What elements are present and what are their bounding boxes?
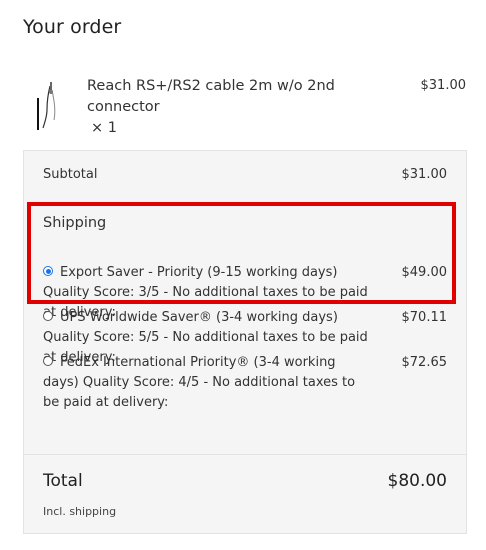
shipping-option-price: $49.00 [401, 265, 448, 280]
product-price: $31.00 [420, 78, 467, 93]
order-summary-panel: Subtotal $31.00 Shipping Export Saver - … [23, 150, 467, 534]
subtotal-label: Subtotal [43, 167, 98, 182]
product-title: Reach RS+/RS2 cable 2m w/o 2nd connector [87, 78, 335, 115]
shipping-option-fedex-international-priority[interactable]: FedEx International Priority® (3-4 worki… [43, 353, 447, 413]
order-line-item: Reach RS+/RS2 cable 2m w/o 2nd connector… [30, 74, 470, 136]
order-heading: Your order [23, 16, 122, 38]
subtotal-row: Subtotal $31.00 [43, 167, 447, 182]
subtotal-value: $31.00 [401, 167, 448, 182]
shipping-option-price: $72.65 [401, 355, 448, 370]
shipping-option-price: $70.11 [401, 310, 448, 325]
shipping-radio[interactable] [43, 356, 53, 366]
product-name: Reach RS+/RS2 cable 2m w/o 2nd connector… [87, 76, 407, 139]
incl-shipping-note: Incl. shipping [43, 505, 117, 518]
total-label: Total [43, 471, 83, 491]
total-row: Total $80.00 [43, 471, 447, 491]
shipping-radio[interactable] [43, 311, 53, 321]
cable-icon [37, 82, 56, 130]
product-thumbnail [30, 80, 60, 130]
shipping-radio[interactable] [43, 266, 53, 276]
product-quantity: × 1 [91, 120, 117, 136]
total-value: $80.00 [387, 471, 447, 491]
summary-divider [24, 454, 466, 455]
shipping-option-label: FedEx International Priority® (3-4 worki… [43, 355, 356, 410]
shipping-title: Shipping [43, 215, 107, 231]
